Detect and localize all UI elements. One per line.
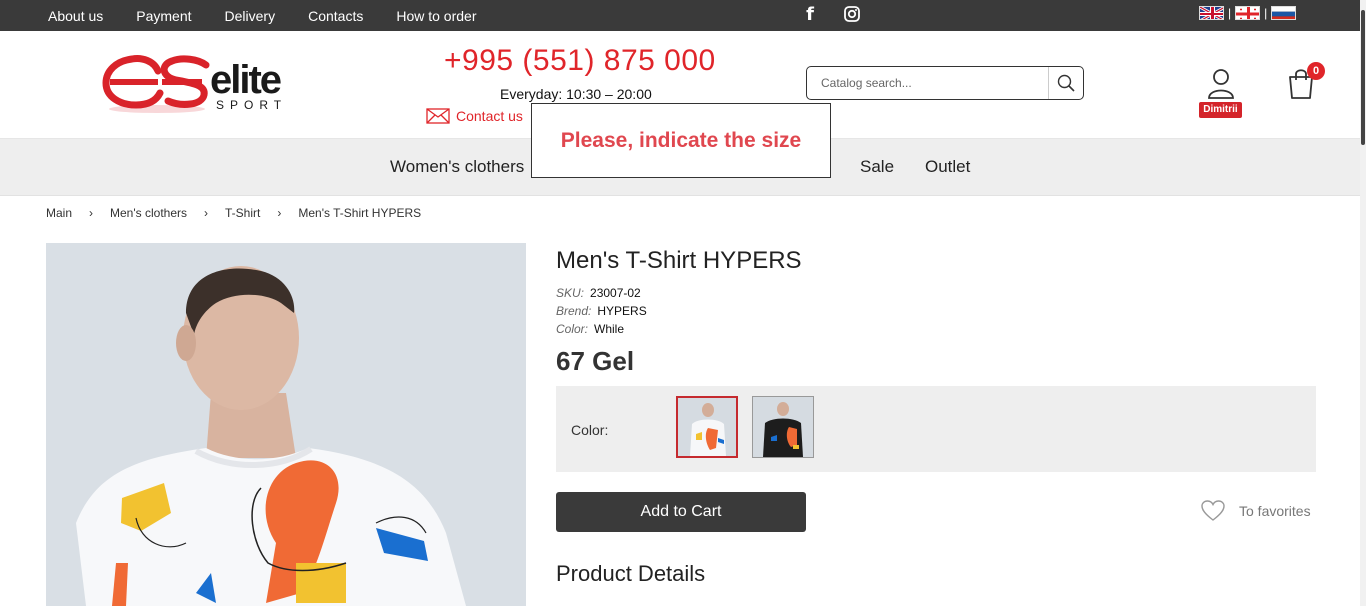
contact-us-link[interactable]: Contact us	[426, 108, 523, 124]
color-picker: Color:	[556, 386, 1316, 472]
nav-sale[interactable]: Sale	[860, 157, 894, 177]
flag-uk-icon[interactable]	[1199, 6, 1224, 20]
add-to-cart-button[interactable]: Add to Cart	[556, 492, 806, 532]
user-name-badge: Dimitrii	[1199, 102, 1242, 118]
language-separator: |	[1264, 6, 1268, 20]
catalog-search	[806, 66, 1084, 100]
top-nav-contacts[interactable]: Contacts	[308, 8, 363, 24]
product-photo[interactable]	[46, 243, 526, 606]
cart-count-badge: 0	[1307, 62, 1325, 80]
breadcrumb-t-shirt[interactable]: T-Shirt	[225, 206, 260, 220]
breadcrumb-separator: ›	[204, 206, 209, 220]
top-bar: About us Payment Delivery Contacts How t…	[0, 0, 1360, 31]
logo-sub-text: SPORT	[216, 98, 287, 112]
brand-value: HYPERS	[597, 304, 647, 318]
size-warning-popup: Please, indicate the size	[531, 103, 831, 178]
heart-icon	[1201, 500, 1225, 521]
size-warning-message: Please, indicate the size	[560, 128, 802, 152]
color-label: Color:	[556, 322, 589, 336]
top-nav: About us Payment Delivery Contacts How t…	[48, 0, 477, 31]
contact-us-label: Contact us	[456, 108, 523, 124]
language-switcher: | |	[1199, 6, 1297, 20]
breadcrumb-main[interactable]: Main	[46, 206, 72, 220]
user-icon	[1208, 69, 1234, 99]
language-separator: |	[1228, 6, 1232, 20]
top-nav-about-us[interactable]: About us	[48, 8, 103, 24]
color-value: While	[594, 322, 625, 336]
facebook-icon[interactable]: f	[800, 3, 820, 25]
user-account[interactable]: Dimitrii	[1199, 68, 1243, 120]
page-scrollbar[interactable]	[1360, 0, 1366, 606]
top-nav-how-to-order[interactable]: How to order	[396, 8, 476, 24]
breadcrumb: Main › Men's clothers › T-Shirt › Men's …	[46, 206, 421, 220]
breadcrumb-current: Men's T-Shirt HYPERS	[298, 206, 422, 220]
search-icon	[1057, 74, 1075, 92]
product-brand: Brend: HYPERS	[556, 304, 647, 318]
phone-number[interactable]: +995 (551) 875 000	[444, 44, 716, 78]
product-sku: SKU: 23007-02	[556, 286, 641, 300]
favorites-label: To favorites	[1239, 503, 1311, 519]
elite-sport-logo[interactable]: elite SPORT	[102, 51, 296, 119]
flag-georgia-icon[interactable]	[1235, 6, 1261, 20]
envelope-icon	[426, 108, 450, 124]
search-button[interactable]	[1048, 67, 1083, 99]
color-swatch-white[interactable]	[676, 396, 738, 458]
color-swatch-black[interactable]	[752, 396, 814, 458]
product-color: Color: While	[556, 322, 624, 336]
nav-outlet[interactable]: Outlet	[925, 157, 970, 177]
instagram-icon[interactable]	[842, 4, 862, 24]
product-title: Men's T-Shirt HYPERS	[556, 247, 802, 274]
search-input[interactable]	[807, 67, 1079, 99]
breadcrumb-separator: ›	[277, 206, 282, 220]
breadcrumb-mens-clothers[interactable]: Men's clothers	[110, 206, 187, 220]
top-nav-delivery[interactable]: Delivery	[225, 8, 276, 24]
brand-label: Brend:	[556, 304, 592, 318]
nav-womens-clothers[interactable]: Women's clothers	[390, 157, 524, 177]
cart-button[interactable]: 0	[1287, 62, 1327, 101]
flag-russia-icon[interactable]	[1271, 6, 1297, 20]
product-price: 67 Gel	[556, 346, 635, 376]
top-nav-payment[interactable]: Payment	[136, 8, 191, 24]
sku-value: 23007-02	[590, 286, 641, 300]
instagram-glyph	[844, 6, 860, 22]
sku-label: SKU:	[556, 286, 585, 300]
add-to-favorites[interactable]: To favorites	[1201, 500, 1311, 522]
facebook-glyph: f	[806, 3, 814, 25]
breadcrumb-separator: ›	[89, 206, 94, 220]
color-picker-label: Color:	[571, 422, 609, 438]
working-hours: Everyday: 10:30 – 20:00	[500, 86, 652, 102]
logo-text: elite	[210, 58, 281, 102]
scrollbar-thumb[interactable]	[1361, 10, 1365, 145]
product-details-heading: Product Details	[556, 561, 706, 586]
